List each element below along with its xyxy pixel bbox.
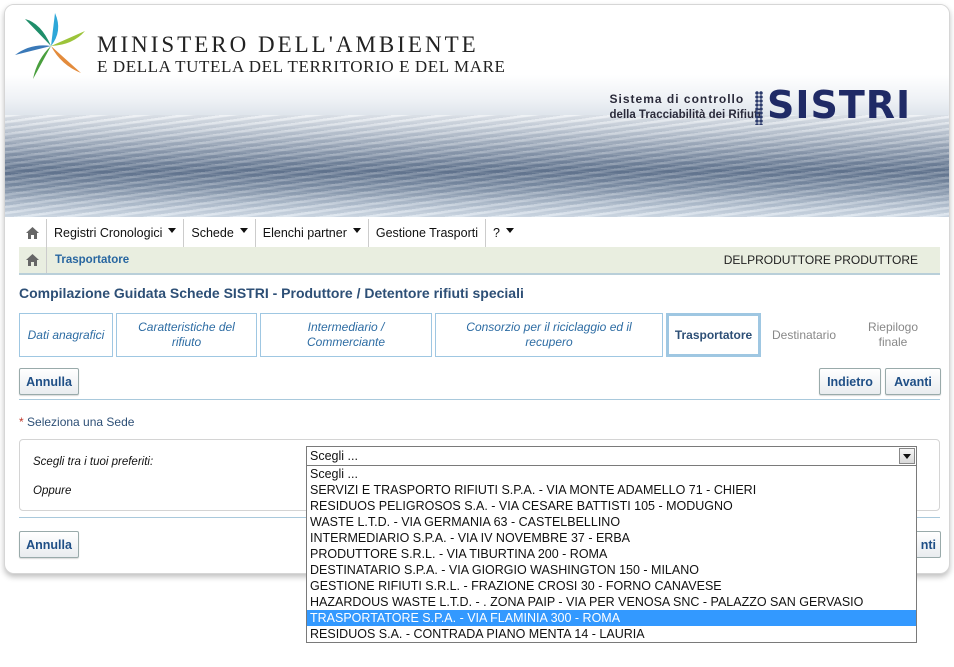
sistri-tagline-line2: della Tracciabilità dei Rifiuti	[609, 109, 761, 121]
logged-user-name: DELPRODUTTORE PRODUTTORE	[723, 253, 918, 267]
chevron-down-icon[interactable]	[899, 448, 915, 464]
menu-gestione-trasporti[interactable]: Gestione Trasporti	[369, 219, 486, 247]
step-intermediario[interactable]: Intermediario / Commerciante	[260, 313, 432, 357]
breadcrumb: Trasportatore DELPRODUTTORE PRODUTTORE	[19, 247, 940, 275]
step-label: Destinatario	[771, 327, 837, 342]
step-caratteristiche-rifiuto[interactable]: Caratteristiche del rifiuto	[116, 313, 257, 357]
step-trasportatore[interactable]: Trasportatore	[666, 313, 761, 357]
home-icon	[26, 254, 39, 266]
menu-label: Schede	[191, 226, 234, 240]
menu-label: Elenchi partner	[262, 226, 347, 240]
preferiti-dropdown-list: Scegli ... SERVIZI E TRASPORTO RIFIUTI S…	[306, 465, 917, 643]
dropdown-option[interactable]: SERVIZI E TRASPORTO RIFIUTI S.P.A. - VIA…	[307, 482, 916, 498]
dropdown-option[interactable]: RESIDUOS PELIGROSOS S.A. - VIA CESARE BA…	[307, 498, 916, 514]
dropdown-option-highlighted[interactable]: TRASPORTATORE S.P.A. - VIA FLAMINIA 300 …	[307, 610, 916, 626]
site-header: MINISTERO DELL'AMBIENTE E DELLA TUTELA D…	[5, 5, 949, 217]
menu-registri-cronologici[interactable]: Registri Cronologici	[47, 219, 185, 247]
dropdown-option[interactable]: PRODUTTORE S.R.L. - VIA TIBURTINA 200 - …	[307, 546, 916, 562]
annulla-button-bottom[interactable]: Annulla	[19, 531, 79, 558]
step-consorzio[interactable]: Consorzio per il riciclaggio ed il recup…	[435, 313, 663, 357]
sistri-dots-decoration	[755, 91, 763, 125]
menu-help[interactable]: ?	[486, 219, 521, 247]
dropdown-option[interactable]: Scegli ...	[307, 466, 916, 482]
dropdown-option[interactable]: RESIDUOS S.A. - CONTRADA PIANO MENTA 14 …	[307, 626, 916, 642]
divider	[19, 399, 940, 400]
sistri-tagline-line1: Sistema di controllo	[609, 92, 745, 106]
caret-down-icon	[505, 227, 514, 233]
menu-label: Gestione Trasporti	[375, 226, 478, 240]
menu-label: ?	[493, 226, 500, 240]
menu-elenchi-partner[interactable]: Elenchi partner	[256, 219, 369, 247]
ministry-title: MINISTERO DELL'AMBIENTE	[97, 32, 479, 57]
step-label: Trasportatore	[674, 327, 753, 342]
dropdown-option[interactable]: DESTINATARIO S.P.A. - VIA GIORGIO WASHIN…	[307, 562, 916, 578]
header-water-image	[5, 115, 949, 217]
annulla-button-top[interactable]: Annulla	[19, 368, 79, 395]
select-value: Scegli ...	[310, 449, 358, 463]
step-dati-anagrafici[interactable]: Dati anagrafici	[19, 313, 113, 357]
ministry-logo-icon	[15, 13, 85, 79]
sistri-logo: SISTRI	[767, 83, 912, 127]
select-sede-label: * Seleziona una Sede	[19, 415, 134, 429]
step-label: Riepilogo finale	[867, 320, 919, 349]
preferiti-label: Scegli tra i tuoi preferiti:	[33, 456, 154, 468]
select-sede-text: Seleziona una Sede	[27, 415, 135, 429]
dropdown-option[interactable]: INTERMEDIARIO S.P.A. - VIA IV NOVEMBRE 3…	[307, 530, 916, 546]
home-icon	[26, 227, 39, 239]
breadcrumb-home-button[interactable]	[19, 247, 47, 273]
step-label: Dati anagrafici	[27, 327, 105, 342]
step-label: Consorzio per il riciclaggio ed il recup…	[466, 320, 632, 349]
indietro-button-top[interactable]: Indietro	[819, 368, 881, 395]
oppure-label: Oppure	[33, 485, 72, 497]
step-label: Intermediario / Commerciante	[306, 320, 386, 349]
avanti-button-top[interactable]: Avanti	[885, 368, 941, 395]
ministry-subtitle: E DELLA TUTELA DEL TERRITORIO E DEL MARE	[97, 57, 506, 76]
menu-label: Registri Cronologici	[54, 226, 163, 240]
page-title: Compilazione Guidata Schede SISTRI - Pro…	[19, 285, 524, 301]
step-label: Caratteristiche del rifiuto	[138, 320, 235, 349]
menu-home-button[interactable]	[19, 219, 47, 247]
step-riepilogo-finale: Riepilogo finale	[851, 313, 935, 357]
caret-down-icon	[168, 227, 177, 233]
breadcrumb-current[interactable]: Trasportatore	[55, 254, 129, 266]
main-menu: Registri Cronologici Schede Elenchi part…	[19, 219, 940, 247]
dropdown-option[interactable]: GESTIONE RIFIUTI S.R.L. - FRAZIONE CROSI…	[307, 578, 916, 594]
dropdown-option[interactable]: WASTE L.T.D. - VIA GERMANIA 63 - CASTELB…	[307, 514, 916, 530]
preferiti-select[interactable]: Scegli ...	[306, 446, 917, 466]
caret-down-icon	[239, 227, 248, 233]
step-destinatario: Destinatario	[764, 313, 844, 357]
dropdown-option[interactable]: HAZARDOUS WASTE L.T.D. - . ZONA PAIP - V…	[307, 594, 916, 610]
menu-schede[interactable]: Schede	[184, 219, 256, 247]
caret-down-icon	[352, 227, 361, 233]
sistri-tagline: Sistema di controllo della Tracciabilità…	[610, 91, 761, 123]
required-mark: *	[19, 415, 24, 429]
